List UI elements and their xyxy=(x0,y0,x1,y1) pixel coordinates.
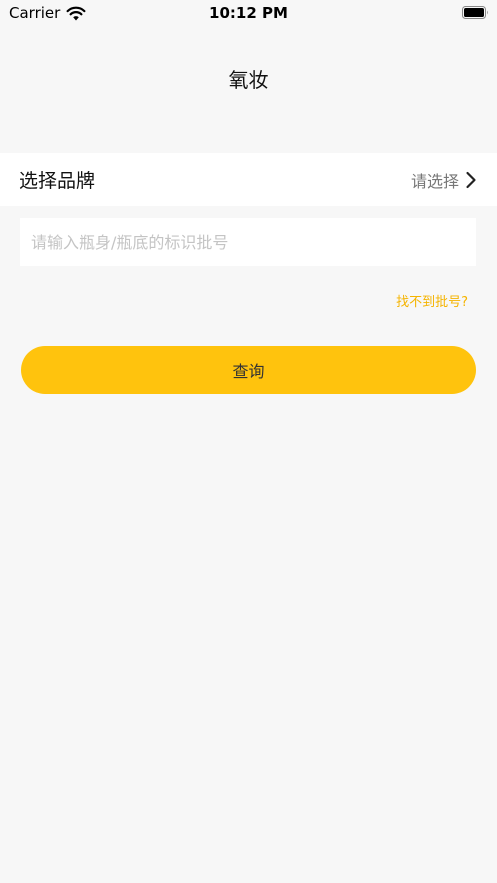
brand-value: 请选择 xyxy=(410,171,459,191)
battery-icon xyxy=(462,6,488,19)
batch-input-container xyxy=(20,218,476,266)
cannot-find-batch-link[interactable]: 找不到批号? xyxy=(396,291,468,310)
brand-selector[interactable]: 选择品牌 请选择 xyxy=(0,153,497,206)
status-bar: Carrier 10:12 PM xyxy=(0,0,497,28)
page-title: 氧妆 xyxy=(228,68,269,92)
batch-number-input[interactable] xyxy=(20,218,476,266)
status-time: 10:12 PM xyxy=(209,4,288,22)
query-button[interactable]: 查询 xyxy=(21,346,476,394)
brand-label: 选择品牌 xyxy=(19,170,96,192)
chevron-right-icon xyxy=(466,171,476,188)
